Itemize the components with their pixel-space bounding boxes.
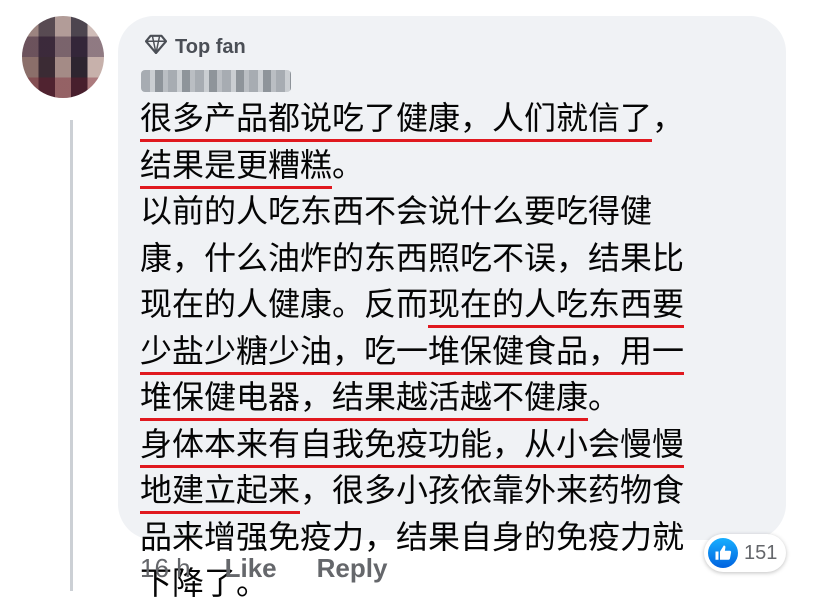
timestamp[interactable]: 16 h bbox=[140, 553, 191, 584]
comment-line: 少盐少糖少油，吃一堆保健食品，用一 bbox=[140, 328, 770, 375]
reaction-summary[interactable]: 151 bbox=[704, 534, 786, 572]
comment-line: 身体本来有自我免疫功能，从小会慢慢 bbox=[140, 421, 770, 468]
underlined-segment: 堆保健电器，结果越活越不健康 bbox=[140, 378, 589, 421]
text-segment: 。 bbox=[332, 145, 365, 184]
text-segment: 康，什么油炸的东西照吃不误，结果比 bbox=[140, 238, 685, 277]
comment-line: 以前的人吃东西不会说什么要吃得健 bbox=[140, 188, 770, 235]
comment-actions: 16 h Like Reply bbox=[140, 548, 427, 588]
underlined-segment: 结果是更糟糕 bbox=[140, 145, 333, 189]
text-segment: ， bbox=[652, 99, 685, 137]
reaction-count: 151 bbox=[744, 541, 778, 564]
text-segment: 现在的人健康。反而 bbox=[140, 285, 429, 323]
top-fan-badge: Top fan bbox=[144, 34, 246, 60]
thumbs-up-icon bbox=[708, 538, 738, 568]
comment-line: 康，什么油炸的东西照吃不误，结果比 bbox=[140, 235, 770, 282]
underlined-segment: 很多产品都说吃了健康，人们就信了 bbox=[140, 99, 653, 142]
underlined-segment: 少盐少糖少油，吃一堆保健食品，用一 bbox=[140, 331, 685, 375]
text-segment: 以前的人吃东西不会说什么要吃得健 bbox=[140, 192, 653, 230]
reply-button[interactable]: Reply bbox=[317, 553, 388, 584]
badge-label: Top fan bbox=[175, 35, 246, 58]
underlined-segment: 身体本来有自我免疫功能，从小会慢慢 bbox=[140, 424, 685, 468]
comment-line: 结果是更糟糕。 bbox=[140, 142, 770, 189]
commenter-name-blurred[interactable] bbox=[141, 70, 291, 92]
comment-line: 堆保健电器，结果越活越不健康。 bbox=[140, 374, 770, 421]
avatar[interactable] bbox=[22, 16, 104, 98]
underlined-segment: 现在的人吃东西要 bbox=[428, 285, 685, 328]
underlined-segment: 地建立起来 bbox=[140, 471, 301, 514]
comment-line: 很多产品都说吃了健康，人们就信了， bbox=[140, 95, 770, 142]
text-segment: ，很多小孩依靠外来药物食 bbox=[300, 471, 685, 509]
diamond-icon bbox=[144, 34, 168, 60]
text-segment: 。 bbox=[588, 378, 621, 416]
thread-line bbox=[70, 120, 73, 591]
like-button[interactable]: Like bbox=[225, 553, 277, 584]
comment-line: 地建立起来，很多小孩依靠外来药物食 bbox=[140, 467, 770, 514]
comment-text: 很多产品都说吃了健康，人们就信了， 结果是更糟糕。 以前的人吃东西不会说什么要吃得健… bbox=[140, 95, 770, 607]
comment-line: 现在的人健康。反而现在的人吃东西要 bbox=[140, 281, 770, 328]
